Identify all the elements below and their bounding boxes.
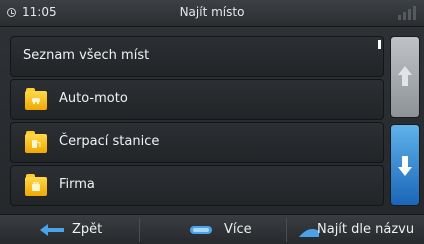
search-by-name-button[interactable]: Najít dle názvu <box>287 215 424 244</box>
arrow-up-icon <box>398 66 412 86</box>
list-item-label: Seznam všech míst <box>23 48 150 63</box>
more-button[interactable]: Více <box>140 215 285 244</box>
search-by-name-icon <box>299 229 319 237</box>
screen: 11:05 Najít místo Seznam všech míst Auto… <box>0 0 424 244</box>
business-folder-icon <box>25 174 47 196</box>
list-item-fuel-station[interactable]: Čerpací stanice <box>10 122 384 163</box>
status-bar: 11:05 Najít místo <box>0 0 424 27</box>
scroll-position-indicator <box>378 40 381 49</box>
back-button[interactable]: Zpět <box>0 215 138 244</box>
list-item-label: Auto-moto <box>59 91 128 106</box>
more-button-label: Více <box>224 222 252 237</box>
list-item-auto-moto[interactable]: Auto-moto <box>10 79 384 120</box>
place-category-list: Seznam všech míst Auto-moto Čerpací stan <box>10 36 384 206</box>
signal-strength-icon <box>398 6 416 20</box>
list-item-label: Firma <box>59 177 95 192</box>
page-title: Najít místo <box>179 5 245 19</box>
list-item-label: Čerpací stanice <box>59 134 160 149</box>
car-folder-icon <box>25 88 47 110</box>
back-arrow-icon <box>40 224 64 236</box>
bottom-toolbar: Zpět Více Najít dle názvu <box>0 214 424 244</box>
list-item-business[interactable]: Firma <box>10 165 384 206</box>
scroll-up-button[interactable] <box>390 36 420 118</box>
list-item-all-places[interactable]: Seznam všech míst <box>10 36 384 77</box>
more-icon <box>190 226 212 234</box>
scroll-down-button[interactable] <box>390 124 420 206</box>
back-button-label: Zpět <box>72 222 103 237</box>
arrow-down-icon <box>398 156 412 176</box>
fuel-folder-icon <box>25 131 47 153</box>
search-by-name-label: Najít dle názvu <box>317 222 415 237</box>
